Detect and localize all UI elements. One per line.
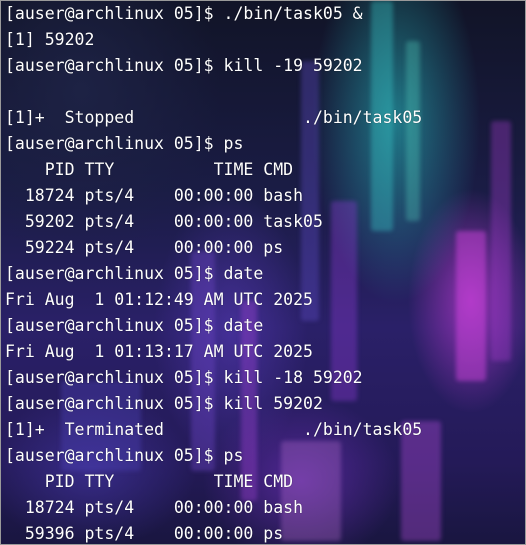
terminal-line-10: 59224 pts/4 00:00:00 ps <box>5 238 284 257</box>
terminal-line-20: 18724 pts/4 00:00:00 bash <box>5 498 304 517</box>
terminal-line-1: [auser@archlinux 05]$ ./bin/task05 & <box>5 4 363 23</box>
terminal-line-17: [1]+ Terminated ./bin/task05 <box>5 420 423 439</box>
terminal-line-11: [auser@archlinux 05]$ date <box>5 264 264 283</box>
terminal-line-18: [auser@archlinux 05]$ ps <box>5 446 244 465</box>
terminal-line-2: [1] 59202 <box>5 30 95 49</box>
terminal-window[interactable]: [auser@archlinux 05]$ ./bin/task05 & [1] … <box>0 0 526 545</box>
terminal-line-4 <box>5 79 523 105</box>
terminal-line-5: [1]+ Stopped ./bin/task05 <box>5 108 423 127</box>
terminal-line-19: PID TTY TIME CMD <box>5 472 294 491</box>
terminal-line-13: [auser@archlinux 05]$ date <box>5 316 264 335</box>
terminal-line-12: Fri Aug 1 01:12:49 AM UTC 2025 <box>5 290 313 309</box>
terminal-line-7: PID TTY TIME CMD <box>5 160 294 179</box>
terminal-line-8: 18724 pts/4 00:00:00 bash <box>5 186 304 205</box>
terminal-output[interactable]: [auser@archlinux 05]$ ./bin/task05 & [1] … <box>5 1 523 544</box>
terminal-line-6: [auser@archlinux 05]$ ps <box>5 134 244 153</box>
terminal-line-15: [auser@archlinux 05]$ kill -18 59202 <box>5 368 363 387</box>
terminal-line-9: 59202 pts/4 00:00:00 task05 <box>5 212 323 231</box>
terminal-line-3: [auser@archlinux 05]$ kill -19 59202 <box>5 56 363 75</box>
terminal-line-14: Fri Aug 1 01:13:17 AM UTC 2025 <box>5 342 313 361</box>
terminal-line-21: 59396 pts/4 00:00:00 ps <box>5 524 284 543</box>
terminal-line-16: [auser@archlinux 05]$ kill 59202 <box>5 394 323 413</box>
